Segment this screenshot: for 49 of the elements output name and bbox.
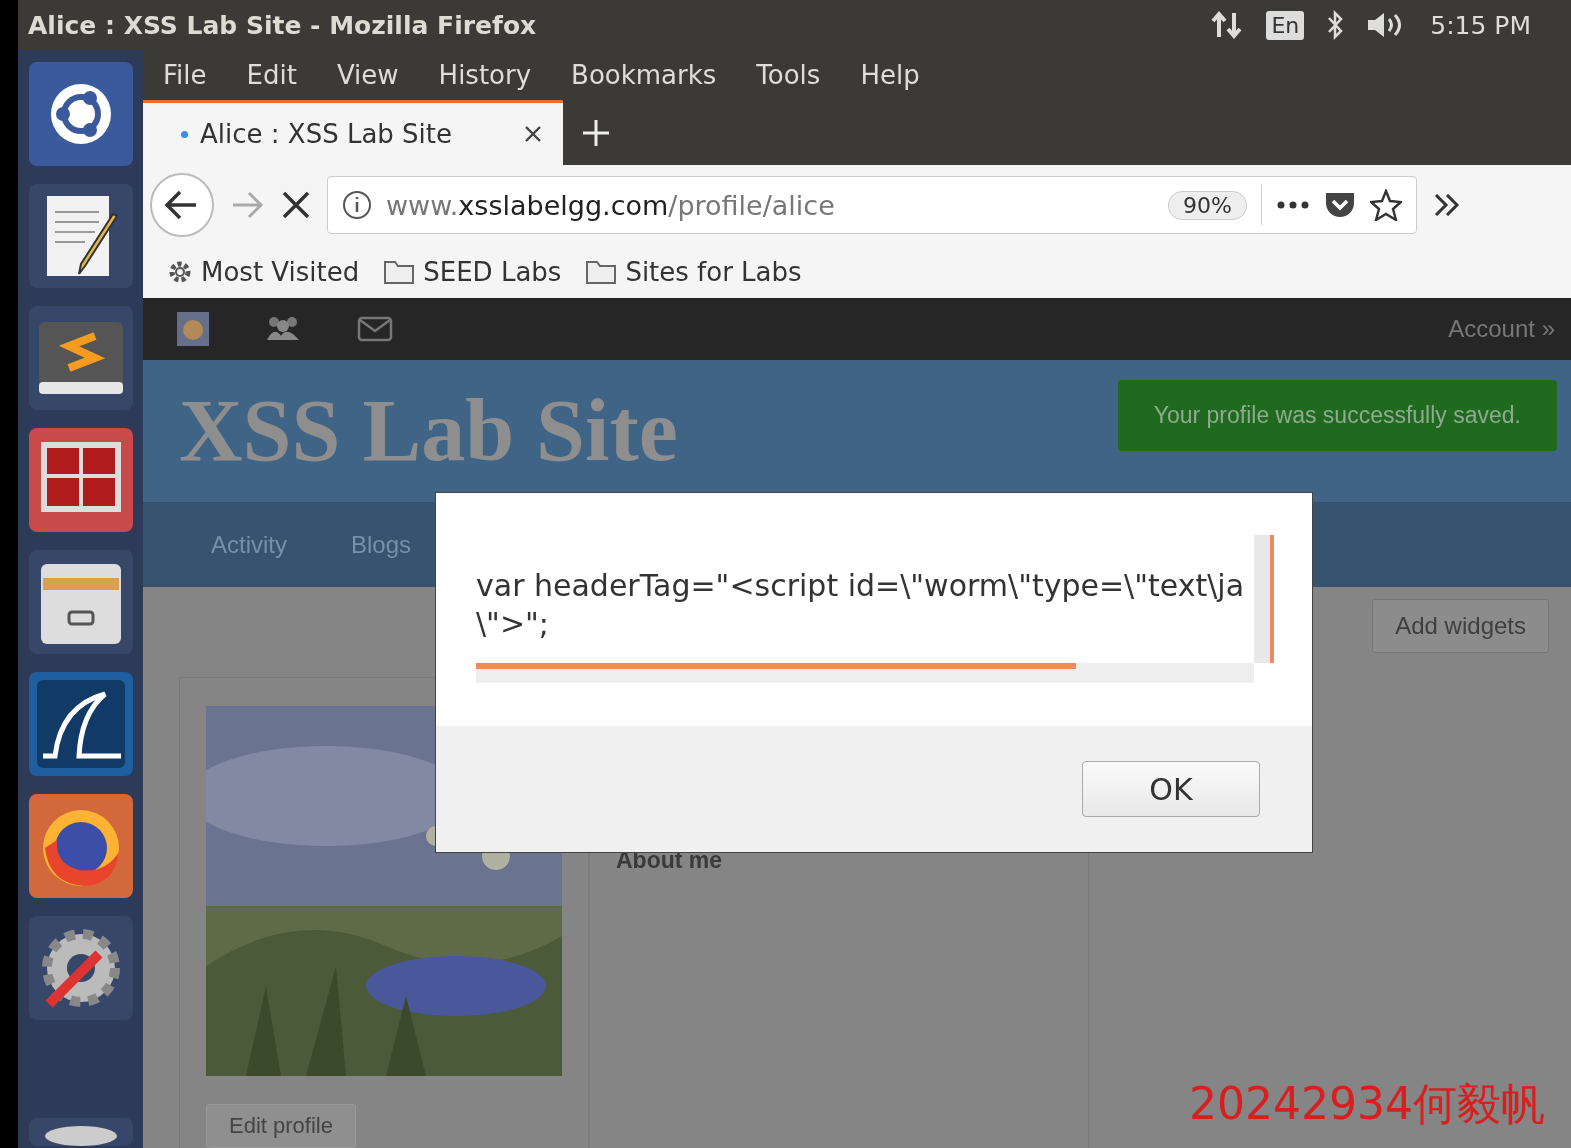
window-title: Alice : XSS Lab Site - Mozilla Firefox (28, 10, 537, 40)
bookmark-link[interactable]: SEED Labs (423, 256, 562, 287)
close-icon[interactable] (523, 124, 543, 144)
avatar-thumbnail-icon[interactable] (177, 311, 209, 346)
zoom-level-badge[interactable]: 90% (1168, 190, 1247, 220)
bookmark-link[interactable]: Sites for Labs (625, 256, 802, 287)
url-text: www.xsslabelgg.com/profile/alice (386, 189, 836, 221)
menu-item[interactable]: View (336, 60, 399, 90)
menu-item[interactable]: History (438, 60, 532, 90)
shark-fin-icon[interactable] (28, 672, 133, 776)
pocket-icon[interactable] (1324, 190, 1356, 220)
folder-icon (383, 258, 416, 285)
star-icon[interactable] (1370, 189, 1402, 221)
back-icon[interactable] (149, 172, 215, 238)
stop-icon[interactable] (281, 190, 311, 220)
overflow-chevron-icon[interactable] (1433, 191, 1461, 219)
scrollbar[interactable] (1254, 535, 1274, 663)
keyboard-indicator[interactable]: En (1266, 10, 1305, 40)
tab-title: Alice : XSS Lab Site (200, 119, 453, 149)
clock[interactable]: 5:15 PM (1430, 10, 1531, 40)
firefox-icon[interactable] (28, 794, 133, 898)
file-cabinet-icon[interactable] (28, 550, 133, 654)
menu-item[interactable]: File (163, 60, 207, 90)
loading-dot-icon (181, 130, 188, 138)
folder-icon (585, 258, 618, 285)
ubuntu-logo-icon[interactable] (28, 62, 133, 166)
menu-item[interactable]: Tools (756, 60, 821, 90)
scrollbar[interactable] (476, 663, 1254, 683)
menu-item[interactable]: Bookmarks (571, 60, 717, 90)
menu-item[interactable]: Help (860, 60, 920, 90)
watermark-text: 20242934何毅帆 (1189, 1077, 1545, 1131)
section-heading: About me (616, 847, 723, 873)
menu-item[interactable]: Edit (246, 60, 297, 90)
bookmark-link[interactable]: Most Visited (201, 256, 360, 287)
code-line: var headerTag="<script id=\"worm\"type=\"text\ja (476, 567, 1246, 605)
mail-icon[interactable] (357, 315, 393, 342)
sublime-text-icon[interactable] (28, 306, 133, 410)
terminal-grid-icon[interactable] (28, 428, 133, 532)
new-tab-icon[interactable] (581, 117, 611, 148)
gear-wrench-icon[interactable] (28, 916, 133, 1020)
success-message: Your profile was successfully saved. (1117, 380, 1557, 452)
ok-button[interactable]: OK (1082, 761, 1260, 817)
bluetooth-icon[interactable] (1326, 9, 1345, 41)
browser-tab[interactable]: Alice : XSS Lab Site (143, 100, 563, 165)
code-line: \">"; (476, 605, 550, 643)
more-icon[interactable] (1276, 200, 1310, 210)
info-icon[interactable] (342, 190, 372, 220)
address-bar[interactable]: www.xsslabelgg.com/profile/alice 90% (327, 176, 1417, 234)
text-editor-icon[interactable] (28, 184, 133, 288)
